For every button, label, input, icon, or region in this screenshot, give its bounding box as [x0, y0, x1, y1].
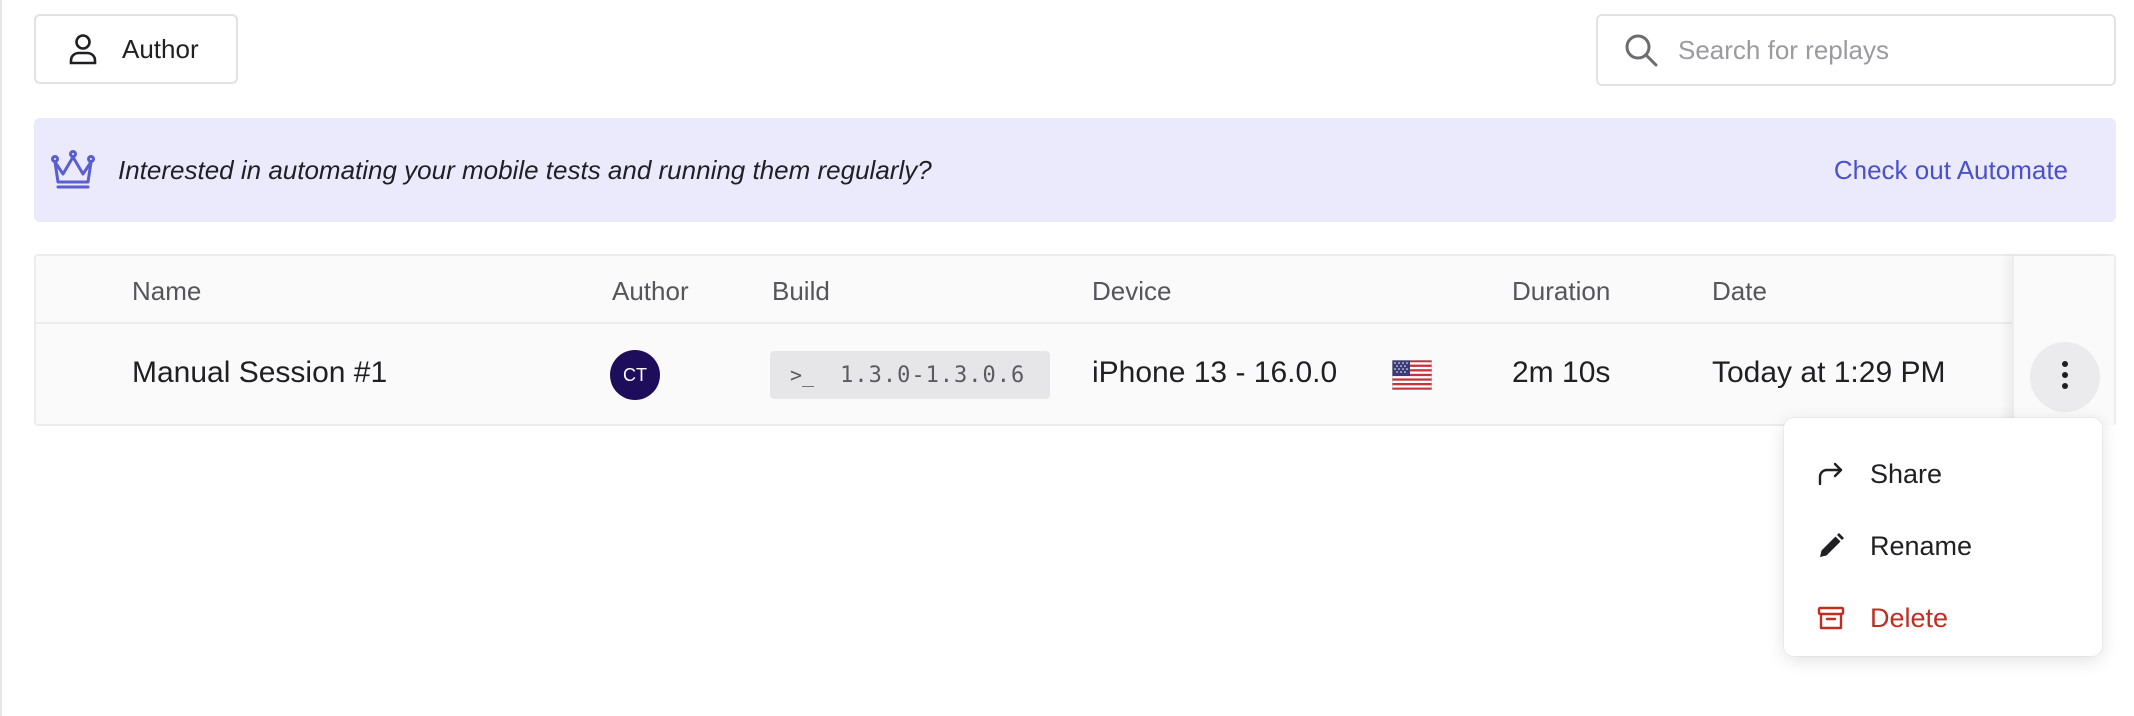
more-options-button[interactable] [2030, 342, 2100, 412]
search-icon [1622, 31, 1660, 69]
column-header-date[interactable]: Date [1712, 276, 1767, 307]
menu-item-delete[interactable]: Delete [1784, 588, 2102, 648]
row-actions-column [2012, 256, 2114, 426]
check-out-automate-link[interactable]: Check out Automate [1834, 155, 2068, 186]
author-filter-label: Author [122, 33, 199, 64]
terminal-prompt-icon: >_ [790, 363, 815, 387]
banner-message: Interested in automating your mobile tes… [118, 154, 932, 185]
column-header-author[interactable]: Author [612, 276, 689, 307]
table-row[interactable]: Manual Session #1 CT >_ 1.3.0-1.3.0.6 iP… [36, 324, 2114, 426]
date: Today at 1:29 PM [1712, 356, 1946, 389]
column-header-duration[interactable]: Duration [1512, 276, 1610, 307]
pencil-icon [1816, 531, 1846, 561]
replays-table: Name Author Build Device Duration Date M… [34, 254, 2116, 426]
row-actions-menu: Share Rename Delete [1784, 418, 2102, 656]
replay-name[interactable]: Manual Session #1 [132, 356, 387, 390]
build-tag: >_ 1.3.0-1.3.0.6 [770, 351, 1050, 399]
search-box[interactable] [1596, 14, 2116, 86]
us-flag-icon [1391, 359, 1433, 391]
table-header: Name Author Build Device Duration Date [36, 256, 2114, 324]
automate-promo-banner: Interested in automating your mobile tes… [34, 118, 2116, 222]
avatar: CT [610, 350, 660, 400]
menu-item-label: Share [1870, 458, 1943, 489]
menu-item-share[interactable]: Share [1784, 444, 2102, 504]
column-header-device[interactable]: Device [1092, 276, 1171, 307]
search-input[interactable] [1676, 33, 2100, 67]
menu-item-rename[interactable]: Rename [1784, 516, 2102, 576]
share-icon [1816, 459, 1846, 489]
archive-icon [1816, 603, 1846, 633]
duration: 2m 10s [1512, 356, 1611, 389]
author-filter-button[interactable]: Author [34, 14, 238, 84]
menu-item-label: Delete [1870, 602, 1949, 633]
column-header-name[interactable]: Name [132, 276, 201, 307]
build-version: 1.3.0-1.3.0.6 [840, 362, 1026, 388]
crown-icon [48, 148, 98, 192]
device-name: iPhone 13 - 16.0.0 [1092, 356, 1338, 389]
vertical-dots-icon [2060, 360, 2070, 395]
menu-item-label: Rename [1870, 530, 1973, 561]
column-header-build[interactable]: Build [772, 276, 830, 307]
person-icon [66, 32, 100, 66]
page-left-border [0, 0, 2, 716]
